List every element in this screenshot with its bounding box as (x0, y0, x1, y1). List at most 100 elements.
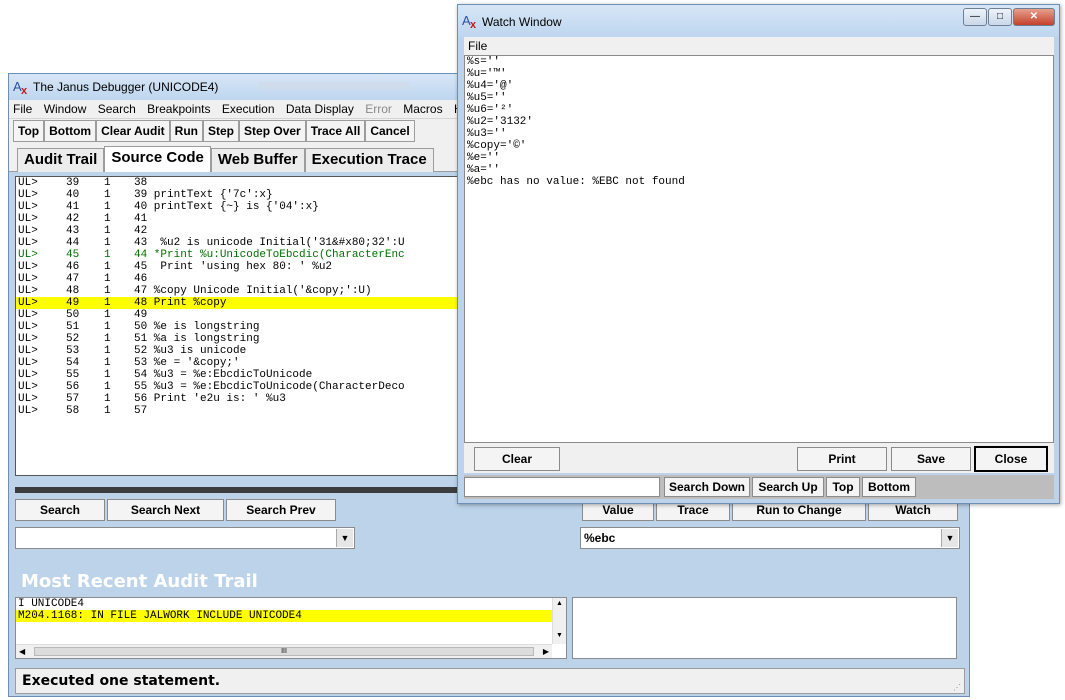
code-line[interactable]: UL> 49 1 48 Print %copy (16, 297, 459, 309)
code-line[interactable]: UL> 47 1 46 (16, 273, 459, 285)
watch-line[interactable]: %u4='@' (465, 80, 1053, 92)
watch-line[interactable]: %u='™' (465, 68, 1053, 80)
scroll-right-icon[interactable]: ▶ (543, 647, 549, 656)
tab-web-buffer[interactable]: Web Buffer (210, 148, 305, 172)
window-title: The Janus Debugger (UNICODE4) (33, 80, 219, 94)
scroll-left-icon[interactable]: ◀ (19, 647, 25, 656)
step-over-button[interactable]: Step Over (239, 120, 306, 142)
code-line[interactable]: UL> 39 1 38 (16, 177, 459, 189)
watch-window-title: Watch Window (482, 15, 562, 29)
chevron-down-icon[interactable]: ▼ (336, 529, 353, 547)
code-line[interactable]: UL> 46 1 45 Print 'using hex 80: ' %u2 (16, 261, 459, 273)
code-line[interactable]: UL> 50 1 49 (16, 309, 459, 321)
menu-macros[interactable]: Macros (399, 100, 446, 118)
search-prev-button[interactable]: Search Prev (226, 499, 336, 521)
watch-values-pane[interactable]: %s='' %u='™' %u4='@' %u5='' %u6='²' %u2='3132… (464, 55, 1054, 443)
watch-line[interactable]: %ebc has no value: %EBC not found (465, 176, 1053, 188)
menu-breakpoints[interactable]: Breakpoints (143, 100, 214, 118)
code-line-text: 55 %u3 = %e:EbcdicToUnicode(CharacterDec… (134, 381, 405, 393)
code-line[interactable]: UL> 55 1 54 %u3 = %e:EbcdicToUnicode (16, 369, 459, 381)
source-code-pane[interactable]: UL> 39 1 38 UL> 40 1 39 printText {'7c':x} UL> 41… (15, 176, 460, 476)
watch-variable-combo[interactable]: %ebc ▼ (580, 527, 960, 549)
top-button[interactable]: Top (13, 120, 45, 142)
code-line-depth: 1 (104, 357, 111, 369)
watch-line[interactable]: %e='' (465, 152, 1053, 164)
code-line[interactable]: UL> 51 1 50 %e is longstring (16, 321, 459, 333)
watch-line[interactable]: %u5='' (465, 92, 1053, 104)
code-line[interactable]: UL> 48 1 47 %copy Unicode Initial('&copy;':… (16, 285, 459, 297)
save-button[interactable]: Save (891, 447, 971, 471)
menu-file[interactable]: File (9, 100, 36, 118)
code-line[interactable]: UL> 57 1 56 Print 'e2u is: ' %u3 (16, 393, 459, 405)
menu-data-display[interactable]: Data Display (282, 100, 358, 118)
watch-line[interactable]: %a='' (465, 164, 1053, 176)
cancel-button[interactable]: Cancel (365, 120, 415, 142)
scroll-up-icon[interactable]: ▲ (556, 600, 563, 607)
code-line[interactable]: UL> 44 1 43 %u2 is unicode Initial('31&#x80… (16, 237, 459, 249)
trace-all-button[interactable]: Trace All (305, 120, 366, 142)
code-line-number: 41 (66, 201, 80, 213)
menu-window[interactable]: Window (40, 100, 91, 118)
code-line-text: 50 %e is longstring (134, 321, 260, 333)
maximize-icon[interactable]: □ (988, 8, 1012, 26)
audit-line[interactable]: M204.1168: IN FILE JALWORK INCLUDE UNICO… (16, 610, 554, 622)
code-line[interactable]: UL> 53 1 52 %u3 is unicode (16, 345, 459, 357)
menu-search[interactable]: Search (94, 100, 140, 118)
menu-execution[interactable]: Execution (218, 100, 279, 118)
watch-search-input[interactable] (464, 477, 660, 497)
code-line-prefix: UL> (18, 273, 38, 285)
print-button[interactable]: Print (797, 447, 887, 471)
code-line[interactable]: UL> 41 1 40 printText {~} is {'04':x} (16, 201, 459, 213)
watch-title-bar[interactable]: A x Watch Window — □ ✕ (458, 5, 1059, 37)
clear-audit-button[interactable]: Clear Audit (96, 120, 170, 142)
code-line[interactable]: UL> 54 1 53 %e = '&copy;' (16, 357, 459, 369)
code-line[interactable]: UL> 40 1 39 printText {'7c':x} (16, 189, 459, 201)
close-icon[interactable]: ✕ (1013, 8, 1055, 26)
code-line-number: 53 (66, 345, 80, 357)
search-combo[interactable]: ▼ (15, 527, 355, 549)
watch-variable-value: %ebc (584, 531, 616, 545)
resize-grip-icon[interactable]: ⋰ (953, 683, 961, 692)
scroll-thumb[interactable]: III (34, 647, 534, 656)
watch-bottom-button[interactable]: Bottom (862, 477, 916, 497)
watch-top-button[interactable]: Top (826, 477, 860, 497)
chevron-down-icon[interactable]: ▼ (941, 529, 958, 547)
code-line[interactable]: UL> 52 1 51 %a is longstring (16, 333, 459, 345)
scroll-down-icon[interactable]: ▼ (556, 632, 563, 639)
audit-line[interactable]: I UNICODE4 (16, 598, 554, 610)
run-button[interactable]: Run (169, 120, 203, 142)
code-line-number: 39 (66, 177, 80, 189)
code-line-prefix: UL> (18, 225, 38, 237)
audit-vscrollbar[interactable]: ▲ ▼ (552, 598, 566, 644)
code-line[interactable]: UL> 42 1 41 (16, 213, 459, 225)
code-line-prefix: UL> (18, 237, 38, 249)
search-up-button[interactable]: Search Up (752, 477, 824, 497)
code-line[interactable]: UL> 45 1 44 *Print %u:UnicodeToEbcdic(Chara… (16, 249, 459, 261)
step-button[interactable]: Step (203, 120, 240, 142)
search-next-button[interactable]: Search Next (107, 499, 224, 521)
watch-line[interactable]: %u6='²' (465, 104, 1053, 116)
search-button[interactable]: Search (15, 499, 105, 521)
watch-menu-file[interactable]: File (464, 37, 491, 55)
tab-audit-trail[interactable]: Audit Trail (17, 148, 105, 172)
clear-button[interactable]: Clear (474, 447, 560, 471)
code-line[interactable]: UL> 43 1 42 (16, 225, 459, 237)
watch-line[interactable]: %copy='©' (465, 140, 1053, 152)
tab-execution-trace[interactable]: Execution Trace (304, 148, 434, 172)
audit-detail-pane[interactable] (572, 597, 957, 659)
tab-source-code[interactable]: Source Code (104, 146, 211, 172)
code-line-depth: 1 (104, 405, 111, 417)
minimize-icon[interactable]: — (963, 8, 987, 26)
watch-line[interactable]: %u2='3132' (465, 116, 1053, 128)
watch-line[interactable]: %u3='' (465, 128, 1053, 140)
code-line[interactable]: UL> 56 1 55 %u3 = %e:EbcdicToUnicode(Charac… (16, 381, 459, 393)
audit-trail-pane[interactable]: I UNICODE4 M204.1168: IN FILE JALWORK INC… (15, 597, 567, 659)
audit-hscrollbar[interactable]: ◀ III ▶ (16, 644, 552, 658)
code-line-prefix: UL> (18, 201, 38, 213)
code-line[interactable]: UL> 58 1 57 (16, 405, 459, 417)
search-down-button[interactable]: Search Down (664, 477, 750, 497)
watch-line[interactable]: %s='' (465, 56, 1053, 68)
bottom-button[interactable]: Bottom (44, 120, 97, 142)
watch-window: A x Watch Window — □ ✕ File %s='' %u='™'%… (457, 4, 1060, 504)
close-button[interactable]: Close (974, 446, 1048, 472)
